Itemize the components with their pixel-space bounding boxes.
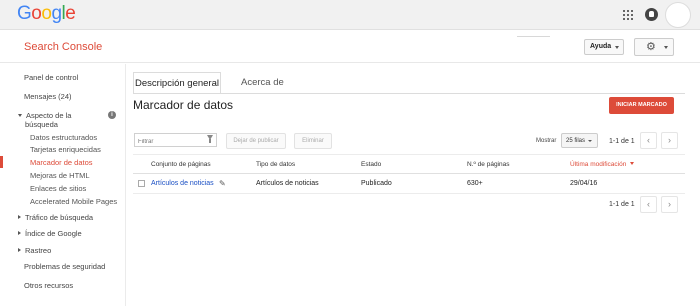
row-checkbox[interactable] bbox=[138, 180, 145, 187]
column-header-label: Última modificación bbox=[570, 161, 627, 168]
sidebar-item-crawl[interactable]: Rastreo bbox=[18, 246, 51, 255]
pagination-range-bottom: 1-1 de 1 bbox=[609, 201, 635, 208]
column-header-status[interactable]: Estado bbox=[361, 161, 381, 168]
table-row bbox=[133, 174, 685, 194]
sidebar-item-security-issues[interactable]: Problemas de seguridad bbox=[24, 262, 105, 271]
product-name[interactable]: Search Console bbox=[24, 41, 102, 53]
sort-desc-icon bbox=[630, 162, 635, 165]
sidebar-item-html-improvements[interactable]: Mejoras de HTML bbox=[30, 171, 90, 180]
sidebar-item-other-resources[interactable]: Otros recursos bbox=[24, 281, 73, 290]
prev-page-button-bottom[interactable]: ‹ bbox=[640, 196, 657, 213]
caret-right-icon bbox=[18, 231, 21, 235]
chevron-down-icon bbox=[615, 46, 619, 49]
edit-icon[interactable]: ✎ bbox=[219, 179, 226, 188]
rows-per-page-value: 25 filas bbox=[566, 138, 586, 144]
chevron-left-icon: ‹ bbox=[647, 199, 650, 209]
avatar[interactable] bbox=[665, 2, 691, 28]
notifications-icon[interactable] bbox=[645, 8, 658, 21]
chevron-left-icon: ‹ bbox=[647, 135, 650, 145]
sidebar-item-amp[interactable]: Accelerated Mobile Pages bbox=[30, 197, 117, 206]
gear-icon: ⚙ bbox=[646, 41, 656, 53]
caret-right-icon bbox=[18, 215, 21, 219]
sidebar-item-google-index[interactable]: Índice de Google bbox=[18, 229, 82, 238]
active-indicator bbox=[0, 156, 3, 168]
sidebar-item-messages[interactable]: Mensajes (24) bbox=[24, 92, 72, 101]
divider bbox=[517, 36, 550, 37]
next-page-button-bottom[interactable]: › bbox=[661, 196, 678, 213]
sidebar-item-label: Índice de Google bbox=[25, 229, 82, 238]
rows-per-page-select[interactable]: 25 filas bbox=[561, 133, 598, 148]
sidebar-item-data-highlighter[interactable]: Marcador de datos bbox=[30, 158, 93, 167]
sidebar-item-search-appearance[interactable]: Aspecto de la bbox=[18, 111, 71, 120]
sidebar-item-structured-data[interactable]: Datos estructurados bbox=[30, 133, 97, 142]
column-header-data-type[interactable]: Tipo de datos bbox=[256, 161, 295, 168]
pagination-range: 1-1 de 1 bbox=[609, 138, 635, 145]
page-count-cell: 630+ bbox=[467, 180, 483, 187]
unpublish-button[interactable]: Dejar de publicar bbox=[226, 133, 286, 149]
chevron-down-icon bbox=[588, 140, 592, 142]
page-set-link[interactable]: Artículos de noticias bbox=[151, 180, 214, 187]
google-logo[interactable]: Google bbox=[17, 3, 76, 25]
sidebar-item-sitelinks[interactable]: Enlaces de sitios bbox=[30, 184, 86, 193]
apps-icon[interactable] bbox=[623, 10, 633, 20]
logo-letter: g bbox=[51, 3, 62, 24]
filter-input[interactable] bbox=[134, 133, 217, 147]
sidebar-item-dashboard[interactable]: Panel de control bbox=[24, 73, 78, 82]
delete-button[interactable]: Eliminar bbox=[294, 133, 332, 149]
filter-icon[interactable] bbox=[207, 135, 213, 143]
column-header-page-count[interactable]: N.º de páginas bbox=[467, 161, 510, 168]
column-header-page-set[interactable]: Conjunto de páginas bbox=[151, 161, 211, 168]
top-bar: Google bbox=[0, 0, 700, 30]
logo-letter: o bbox=[31, 3, 42, 24]
data-type-cell: Artículos de noticias bbox=[256, 180, 319, 187]
console-header: Search Console Ayuda ⚙ bbox=[0, 31, 700, 63]
settings-button[interactable]: ⚙ bbox=[634, 38, 674, 56]
sidebar-item-search-traffic[interactable]: Tráfico de búsqueda bbox=[18, 213, 93, 222]
sidebar-item-label: Rastreo bbox=[25, 246, 52, 255]
page-title: Marcador de datos bbox=[133, 98, 234, 112]
sidebar-item-label: Tráfico de búsqueda bbox=[25, 213, 94, 222]
tab-divider bbox=[133, 93, 685, 94]
column-header-last-modified[interactable]: Última modificación bbox=[570, 161, 635, 168]
status-cell: Publicado bbox=[361, 180, 392, 187]
chevron-down-icon bbox=[664, 46, 668, 49]
sidebar-item-label: Aspecto de la bbox=[26, 111, 72, 120]
caret-down-icon bbox=[18, 114, 22, 117]
last-modified-cell: 29/04/16 bbox=[570, 180, 598, 187]
logo-letter: o bbox=[41, 3, 52, 24]
chevron-right-icon: › bbox=[668, 199, 671, 209]
help-button[interactable]: Ayuda bbox=[584, 39, 624, 55]
logo-letter: G bbox=[17, 3, 32, 24]
next-page-button[interactable]: › bbox=[661, 132, 678, 149]
caret-right-icon bbox=[18, 248, 21, 252]
prev-page-button[interactable]: ‹ bbox=[640, 132, 657, 149]
chevron-right-icon: › bbox=[668, 135, 671, 145]
tab-about[interactable]: Acerca de bbox=[241, 72, 284, 94]
show-label: Mostrar bbox=[536, 138, 557, 144]
help-button-label: Ayuda bbox=[590, 43, 612, 50]
logo-letter: e bbox=[65, 3, 76, 24]
sidebar-item-rich-cards[interactable]: Tarjetas enriquecidas bbox=[30, 145, 101, 154]
start-highlighting-button[interactable]: INICIAR MARCADO bbox=[609, 97, 674, 114]
sidebar-item-label[interactable]: búsqueda bbox=[25, 120, 58, 129]
info-icon[interactable]: i bbox=[108, 111, 116, 119]
tab-overview[interactable]: Descripción general bbox=[133, 72, 221, 94]
